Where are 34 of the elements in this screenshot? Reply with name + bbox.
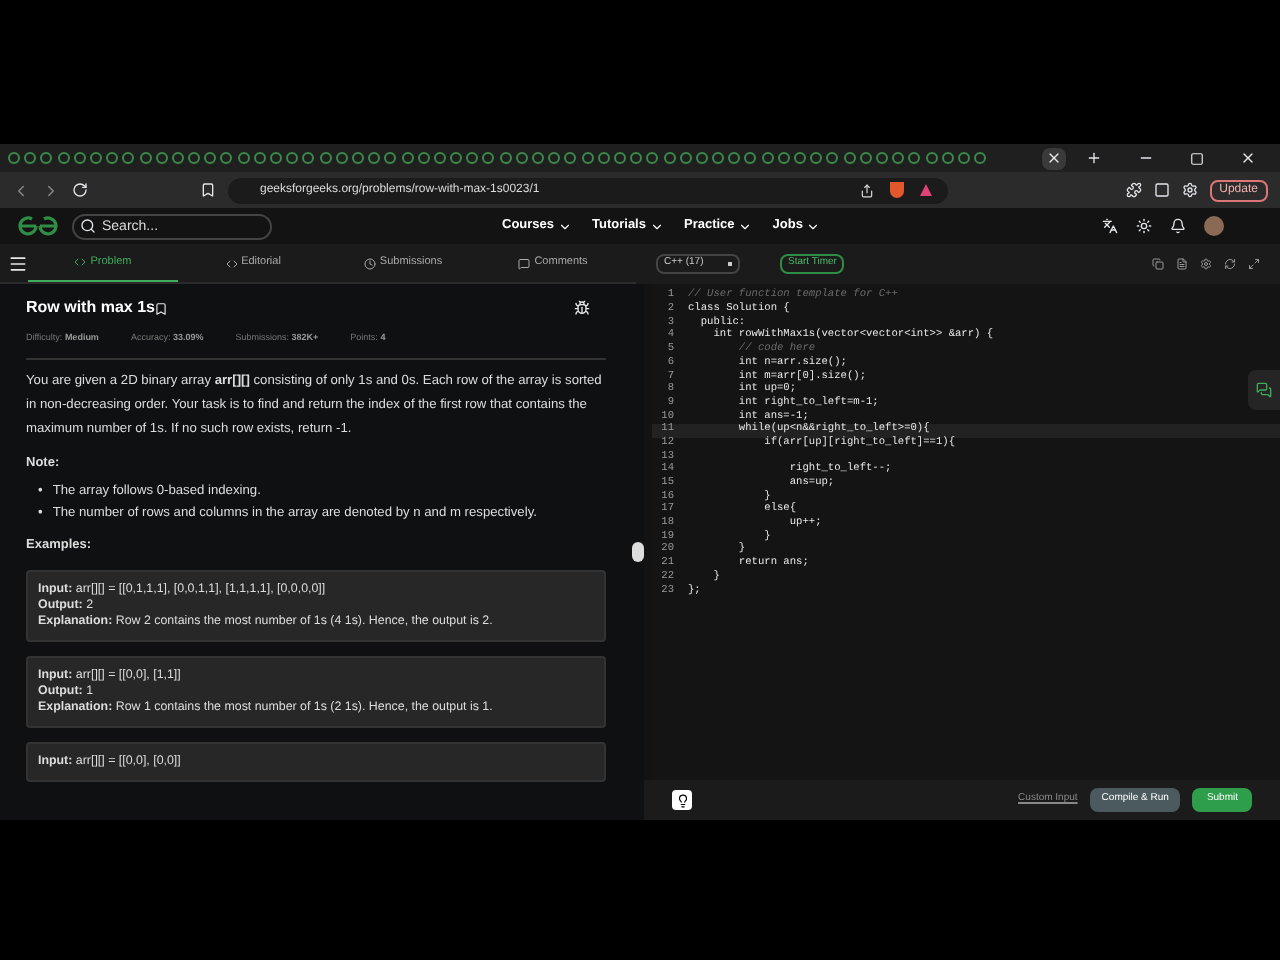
share-icon[interactable]: [860, 183, 874, 197]
translate-icon[interactable]: [1102, 218, 1118, 234]
speech-bubble-icon: [518, 257, 531, 269]
chat-icon: [1256, 382, 1272, 398]
search-icon: [80, 218, 96, 234]
back-icon[interactable]: [12, 181, 30, 199]
logo-icon[interactable]: [16, 216, 60, 236]
forward-icon[interactable]: [42, 181, 60, 199]
file-icon[interactable]: [1176, 258, 1188, 270]
extensions-icon[interactable]: [1125, 182, 1142, 198]
hint-icon[interactable]: [672, 790, 692, 810]
copy-icon[interactable]: [1152, 258, 1164, 270]
reset-icon[interactable]: [1224, 258, 1236, 270]
avatar-icon[interactable]: [1204, 216, 1224, 236]
code-icon: [74, 256, 87, 268]
report-icon[interactable]: [574, 300, 590, 316]
shield-icon: [890, 182, 904, 198]
bookmark-icon[interactable]: [200, 182, 216, 198]
close-tab-icon[interactable]: [1042, 147, 1066, 169]
resize-handle[interactable]: [632, 542, 644, 562]
clock-icon: [363, 257, 376, 269]
reload-icon[interactable]: [72, 182, 88, 198]
settings-icon[interactable]: [1200, 258, 1212, 270]
menu-icon[interactable]: [8, 253, 28, 273]
new-tab-icon[interactable]: [1086, 150, 1102, 166]
bookmark-icon[interactable]: [154, 301, 169, 315]
theme-icon[interactable]: [1136, 218, 1152, 234]
close-window-icon[interactable]: [1240, 150, 1256, 166]
sidebar-icon[interactable]: [1153, 182, 1170, 198]
maximize-icon[interactable]: [1190, 151, 1204, 165]
chat-button[interactable]: [1248, 370, 1280, 410]
notifications-icon[interactable]: [1170, 218, 1186, 234]
problem-title: Row with max 1s: [26, 296, 155, 320]
triangle-icon: [920, 184, 932, 196]
